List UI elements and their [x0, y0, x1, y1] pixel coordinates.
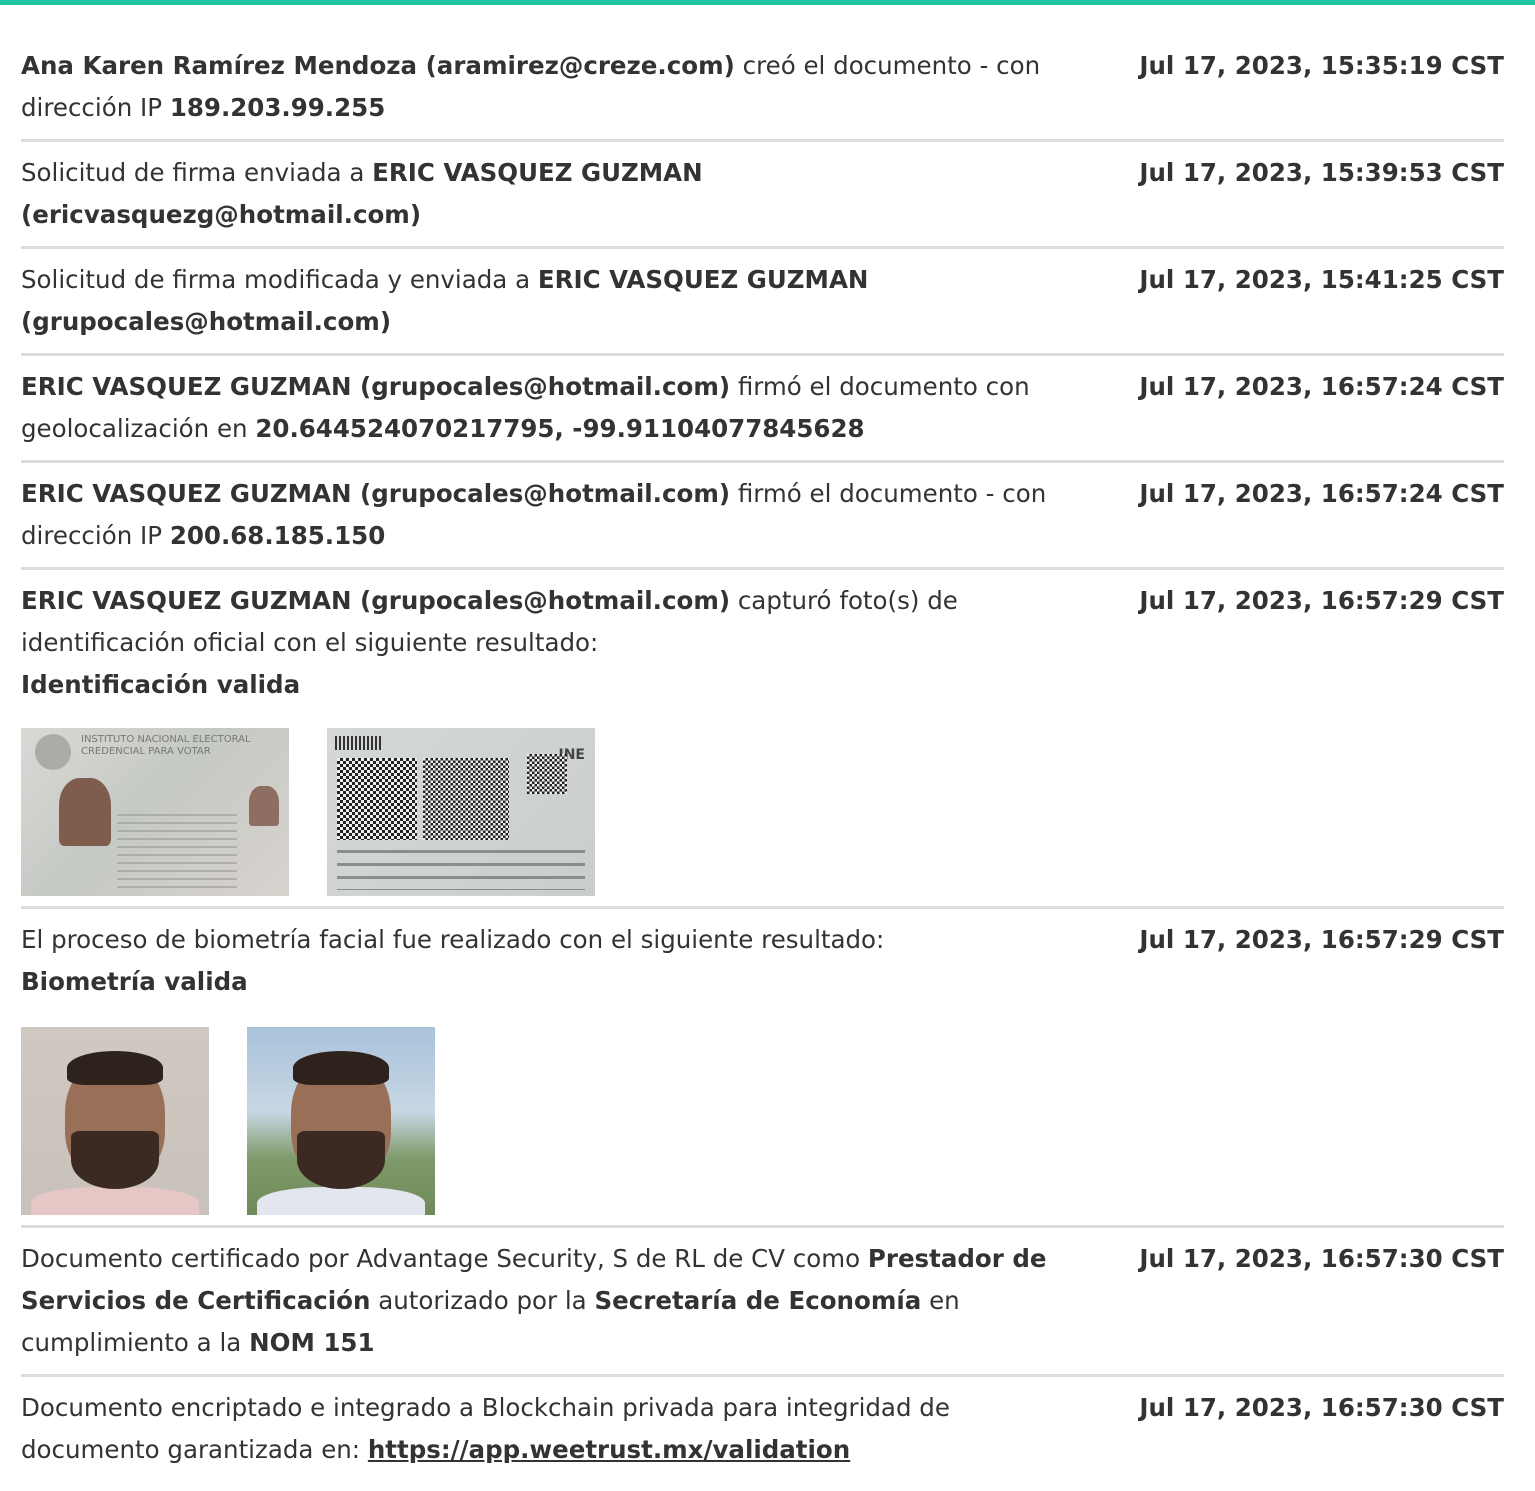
biometric-photos [21, 1027, 1086, 1215]
entry-description: ERIC VASQUEZ GUZMAN (grupocales@hotmail.… [21, 372, 1030, 443]
entry-timestamp: Jul 17, 2023, 16:57:30 CST [1139, 1244, 1504, 1273]
entry-timestamp: Jul 17, 2023, 16:57:24 CST [1139, 372, 1504, 401]
log-entry: El proceso de biometría facial fue reali… [21, 919, 1504, 1228]
log-entry: Solicitud de firma modificada y enviada … [21, 259, 1504, 356]
id-card-back-image: INE [327, 728, 595, 896]
entry-description: ERIC VASQUEZ GUZMAN (grupocales@hotmail.… [21, 580, 1086, 896]
entry-timestamp: Jul 17, 2023, 16:57:24 CST [1139, 479, 1504, 508]
entry-description: Ana Karen Ramírez Mendoza (aramirez@crez… [21, 51, 1041, 122]
entry-timestamp: Jul 17, 2023, 16:57:30 CST [1139, 1393, 1504, 1422]
entry-description: Solicitud de firma modificada y enviada … [21, 265, 869, 336]
audit-log: Ana Karen Ramírez Mendoza (aramirez@crez… [21, 45, 1504, 1491]
entry-description: Solicitud de firma enviada a ERIC VASQUE… [21, 158, 703, 229]
qr-code-icon [337, 758, 417, 840]
log-entry: ERIC VASQUEZ GUZMAN (grupocales@hotmail.… [21, 366, 1504, 463]
log-entry: ERIC VASQUEZ GUZMAN (grupocales@hotmail.… [21, 473, 1504, 570]
seal-icon [35, 734, 71, 770]
id-result: Identificación valida [21, 670, 301, 699]
biometric-result: Biometría valida [21, 967, 248, 996]
qr-code-icon [527, 754, 567, 794]
log-entry: Ana Karen Ramírez Mendoza (aramirez@crez… [21, 45, 1504, 142]
id-photos: INSTITUTO NACIONAL ELECTORAL CREDENCIAL P… [21, 728, 1086, 896]
barcode-icon [335, 736, 383, 750]
log-entry: Documento certificado por Advantage Secu… [21, 1238, 1504, 1377]
entry-description: El proceso de biometría facial fue reali… [21, 919, 1086, 1215]
portrait-icon [59, 778, 111, 846]
entry-description: Documento certificado por Advantage Secu… [21, 1244, 1047, 1357]
entry-timestamp: Jul 17, 2023, 15:35:19 CST [1139, 51, 1504, 80]
entry-timestamp: Jul 17, 2023, 15:41:25 CST [1139, 265, 1504, 294]
entry-description: Documento encriptado e integrado a Block… [21, 1393, 950, 1464]
log-entry: Solicitud de firma enviada a ERIC VASQUE… [21, 152, 1504, 249]
entry-timestamp: Jul 17, 2023, 16:57:29 CST [1139, 586, 1504, 615]
portrait-icon [249, 786, 279, 826]
log-entry: ERIC VASQUEZ GUZMAN (grupocales@hotmail.… [21, 580, 1504, 909]
entry-description: ERIC VASQUEZ GUZMAN (grupocales@hotmail.… [21, 479, 1047, 550]
id-card-front-image: INSTITUTO NACIONAL ELECTORAL CREDENCIAL P… [21, 728, 289, 896]
qr-code-icon [423, 758, 509, 840]
validation-link[interactable]: https://app.weetrust.mx/validation [368, 1435, 850, 1464]
id-face-photo [21, 1027, 209, 1215]
top-accent-bar [0, 0, 1535, 5]
entry-timestamp: Jul 17, 2023, 16:57:29 CST [1139, 925, 1504, 954]
entry-timestamp: Jul 17, 2023, 15:39:53 CST [1139, 158, 1504, 187]
selfie-photo [247, 1027, 435, 1215]
